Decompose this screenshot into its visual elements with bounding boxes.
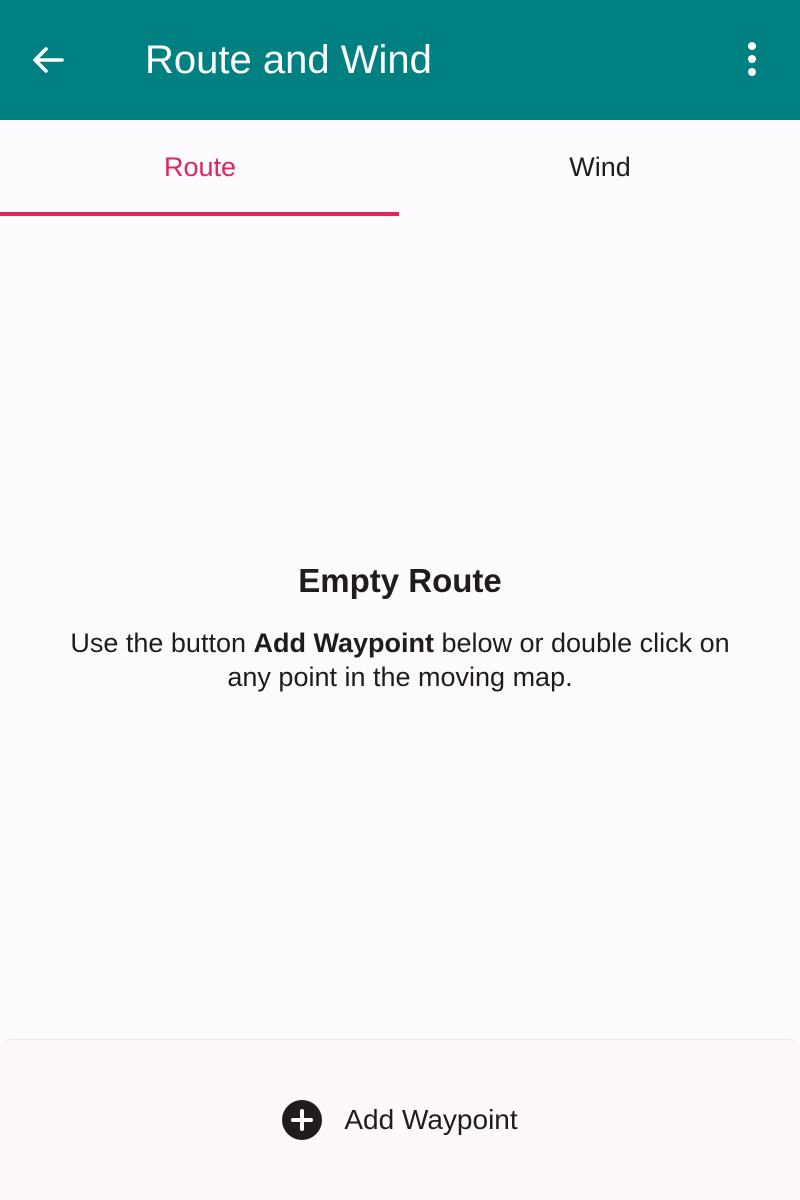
empty-state: Empty Route Use the button Add Waypoint …	[0, 556, 800, 694]
tab-wind[interactable]: Wind	[400, 120, 800, 216]
top-app-bar: Route and Wind	[0, 0, 800, 120]
empty-state-message: Use the button Add Waypoint below or dou…	[60, 626, 740, 694]
empty-state-text-bold: Add Waypoint	[253, 628, 434, 658]
more-vert-icon	[748, 42, 756, 76]
tab-route[interactable]: Route	[0, 120, 400, 216]
add-waypoint-label: Add Waypoint	[344, 1104, 518, 1135]
tab-wind-label: Wind	[569, 151, 631, 182]
add-circle-icon	[282, 1100, 323, 1140]
bottom-bar: Add Waypoint	[0, 1039, 800, 1200]
arrow-back-icon	[33, 47, 64, 73]
tab-bar: Route Wind	[0, 120, 800, 216]
overflow-menu-button[interactable]	[720, 28, 784, 92]
empty-state-text-before: Use the button	[70, 628, 254, 658]
tab-route-label: Route	[163, 151, 237, 182]
app-window: Route and Wind Route Wind Empty Route Us…	[0, 0, 800, 1200]
back-button[interactable]	[16, 28, 80, 92]
add-waypoint-button[interactable]: Add Waypoint	[255, 1080, 545, 1160]
active-tab-indicator	[0, 212, 399, 216]
empty-state-title: Empty Route	[298, 562, 502, 599]
page-title: Route and Wind	[145, 38, 432, 82]
